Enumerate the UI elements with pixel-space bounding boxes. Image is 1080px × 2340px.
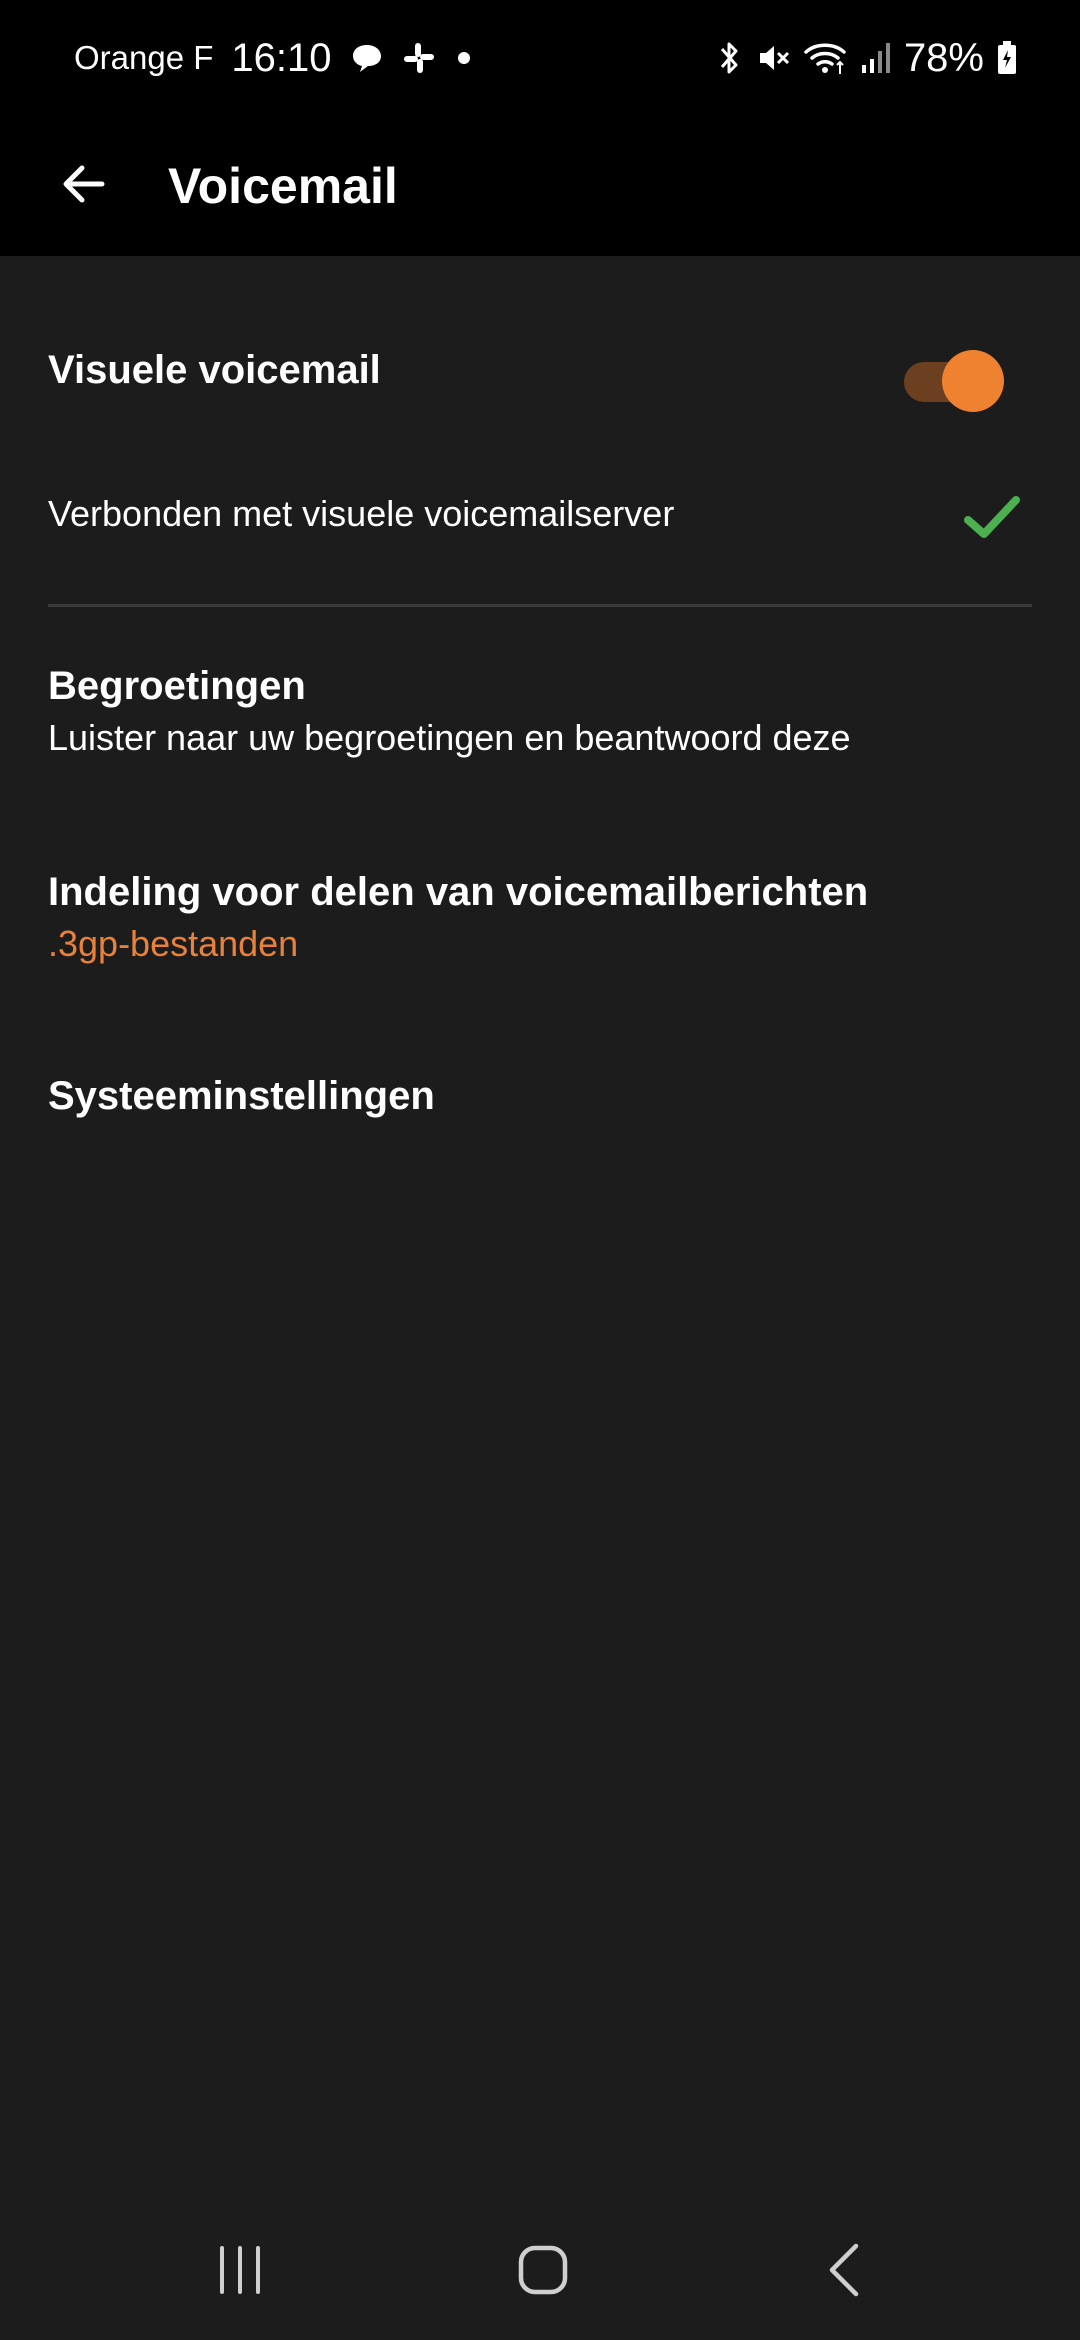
battery-icon bbox=[996, 38, 1018, 78]
app-bar: Voicemail bbox=[0, 118, 1080, 256]
status-bar-left: Orange F 16:10 bbox=[74, 30, 474, 86]
clock: 16:10 bbox=[231, 35, 332, 80]
system-settings-row[interactable]: Systeeminstellingen bbox=[48, 1070, 1032, 1140]
mute-icon bbox=[756, 38, 792, 78]
battery-percentage: 78% bbox=[903, 35, 984, 80]
bluetooth-icon bbox=[714, 38, 744, 78]
visual-voicemail-title: Visuele voicemail bbox=[48, 348, 381, 392]
recent-apps-icon bbox=[220, 2246, 260, 2294]
back-button[interactable] bbox=[48, 148, 120, 220]
share-format-value: .3gp-bestanden bbox=[48, 923, 299, 964]
visual-voicemail-toggle[interactable] bbox=[904, 346, 1004, 412]
connection-status-row: Verbonden met visuele voicemailserver bbox=[48, 488, 1032, 558]
greetings-row[interactable]: Begroetingen Luister naar uw begroetinge… bbox=[48, 660, 1032, 770]
system-settings-title: Systeeminstellingen bbox=[48, 1074, 435, 1118]
recent-apps-button[interactable] bbox=[190, 2220, 290, 2320]
status-bar-right: 78% bbox=[714, 30, 1018, 86]
navigation-bar bbox=[0, 2190, 1080, 2340]
back-nav-button[interactable] bbox=[796, 2220, 896, 2320]
status-bar: Orange F 16:10 78% bbox=[0, 0, 1080, 118]
share-format-row[interactable]: Indeling voor delen van voicemailbericht… bbox=[48, 866, 1032, 976]
greetings-title: Begroetingen bbox=[48, 664, 306, 708]
page-title: Voicemail bbox=[168, 158, 398, 214]
signal-icon bbox=[860, 38, 892, 78]
slack-icon bbox=[402, 38, 436, 78]
check-icon bbox=[964, 496, 1020, 538]
home-icon bbox=[518, 2245, 568, 2295]
visual-voicemail-row[interactable]: Visuele voicemail bbox=[48, 336, 1032, 426]
chat-bubble-icon bbox=[350, 38, 384, 78]
share-format-title: Indeling voor delen van voicemailbericht… bbox=[48, 870, 869, 914]
greetings-subtitle: Luister naar uw begroetingen en beantwoo… bbox=[48, 717, 851, 758]
section-divider bbox=[48, 604, 1032, 607]
toggle-thumb bbox=[942, 350, 1004, 412]
back-nav-icon bbox=[829, 2243, 859, 2297]
dot-icon bbox=[454, 38, 474, 78]
wifi-icon bbox=[804, 38, 848, 78]
carrier-name: Orange F bbox=[74, 39, 214, 76]
connection-status-text: Verbonden met visuele voicemailserver bbox=[48, 493, 675, 534]
home-button[interactable] bbox=[493, 2220, 593, 2320]
voicemail-settings-screen: Orange F 16:10 78% Voicemail Visuele voi… bbox=[0, 0, 1080, 2340]
back-arrow-icon bbox=[63, 165, 105, 203]
